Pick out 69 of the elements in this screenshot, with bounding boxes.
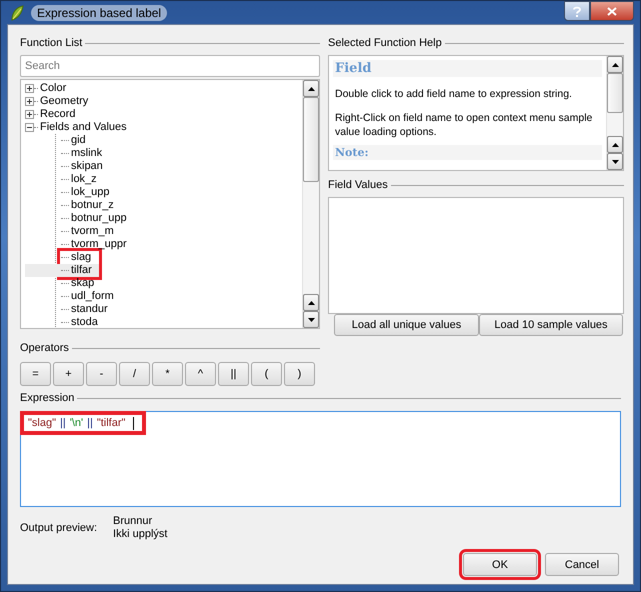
expand-icon[interactable] xyxy=(25,84,34,93)
tree-item[interactable]: Fields and Values xyxy=(25,121,302,134)
help-title: Field xyxy=(333,60,602,77)
up-arrow-icon xyxy=(612,62,618,66)
expression-token: "tilfar" xyxy=(96,417,126,429)
section-label: Selected Function Help xyxy=(328,37,442,49)
output-preview-label: Output preview: xyxy=(20,522,98,534)
load-values-button[interactable]: Load all unique values xyxy=(334,314,479,336)
expression-field[interactable]: "slag" || '\n' || "tilfar" xyxy=(20,411,621,507)
tree-item[interactable]: slag xyxy=(25,251,99,264)
tree-item[interactable]: tvorm_m xyxy=(25,225,302,238)
operator-button[interactable]: + xyxy=(53,362,84,386)
section-label: Function List xyxy=(20,37,82,49)
preview-text: Ikki upplýst xyxy=(113,528,168,541)
operator-button[interactable]: = xyxy=(20,362,51,386)
operator-button[interactable]: ( xyxy=(251,362,282,386)
tree-item[interactable]: Color xyxy=(25,82,302,95)
tree-item[interactable]: stoda xyxy=(25,316,302,328)
close-icon xyxy=(607,6,617,16)
expression-token: '\n' xyxy=(70,417,84,429)
up-arrow-icon xyxy=(612,142,618,146)
help-button[interactable] xyxy=(564,1,590,21)
tree-item[interactable]: lok_upp xyxy=(25,186,302,199)
tree-item[interactable]: gid xyxy=(25,134,302,147)
leaf-icon xyxy=(9,4,25,22)
operator-button[interactable]: ) xyxy=(284,362,315,386)
text-caret xyxy=(133,416,134,430)
expression-token: "slag" xyxy=(28,417,56,429)
preview-text: Brunnur xyxy=(113,515,154,528)
load-values-button[interactable]: Load 10 sample values xyxy=(479,314,623,336)
expand-icon[interactable] xyxy=(25,97,34,106)
dialog-button[interactable]: Cancel xyxy=(545,553,619,576)
down-arrow-icon xyxy=(308,318,314,322)
collapse-icon[interactable] xyxy=(25,123,34,132)
expand-icon[interactable] xyxy=(25,110,34,119)
note-heading: Note: xyxy=(333,145,602,160)
tree-item[interactable]: lok_z xyxy=(25,173,302,186)
section-label: Expression xyxy=(20,392,74,404)
up-arrow-icon xyxy=(308,86,314,90)
tree-item[interactable]: Geometry xyxy=(25,95,302,108)
scrollbar[interactable] xyxy=(302,80,319,328)
expression-token: || xyxy=(60,417,66,429)
tree-item[interactable]: skap xyxy=(25,277,302,290)
operator-button[interactable]: * xyxy=(152,362,183,386)
search-field[interactable]: Search xyxy=(20,55,320,77)
section-label: Field Values xyxy=(328,179,388,191)
operator-button[interactable]: || xyxy=(218,362,249,386)
tree-item[interactable]: tvorm_uppr xyxy=(25,238,302,251)
section-label: Operators xyxy=(20,342,69,354)
help-text: Double click to add field name to expression string. xyxy=(335,87,573,101)
window-title: Expression based label xyxy=(31,4,168,20)
tree-item[interactable]: skipan xyxy=(25,160,302,173)
operator-button[interactable]: / xyxy=(119,362,150,386)
expression-token: || xyxy=(87,417,93,429)
tree-item[interactable]: standur xyxy=(25,303,302,316)
tree-item[interactable]: botnur_upp xyxy=(25,212,302,225)
help-text: Right-Click on field name to open context menu sample value loading options. xyxy=(335,111,594,139)
tree-item[interactable]: botnur_z xyxy=(25,199,302,212)
up-arrow-icon xyxy=(308,300,314,304)
operator-button[interactable]: - xyxy=(86,362,117,386)
tree-item[interactable]: tilfar xyxy=(25,264,99,277)
scrollbar[interactable] xyxy=(606,56,623,170)
close-button[interactable] xyxy=(590,1,634,21)
down-arrow-icon xyxy=(612,160,618,164)
tree-item[interactable]: Record xyxy=(25,108,302,121)
tree-item[interactable]: mslink xyxy=(25,147,302,160)
question-icon xyxy=(573,6,581,16)
operator-button[interactable]: ^ xyxy=(185,362,216,386)
tree-item[interactable]: udl_form xyxy=(25,290,302,303)
